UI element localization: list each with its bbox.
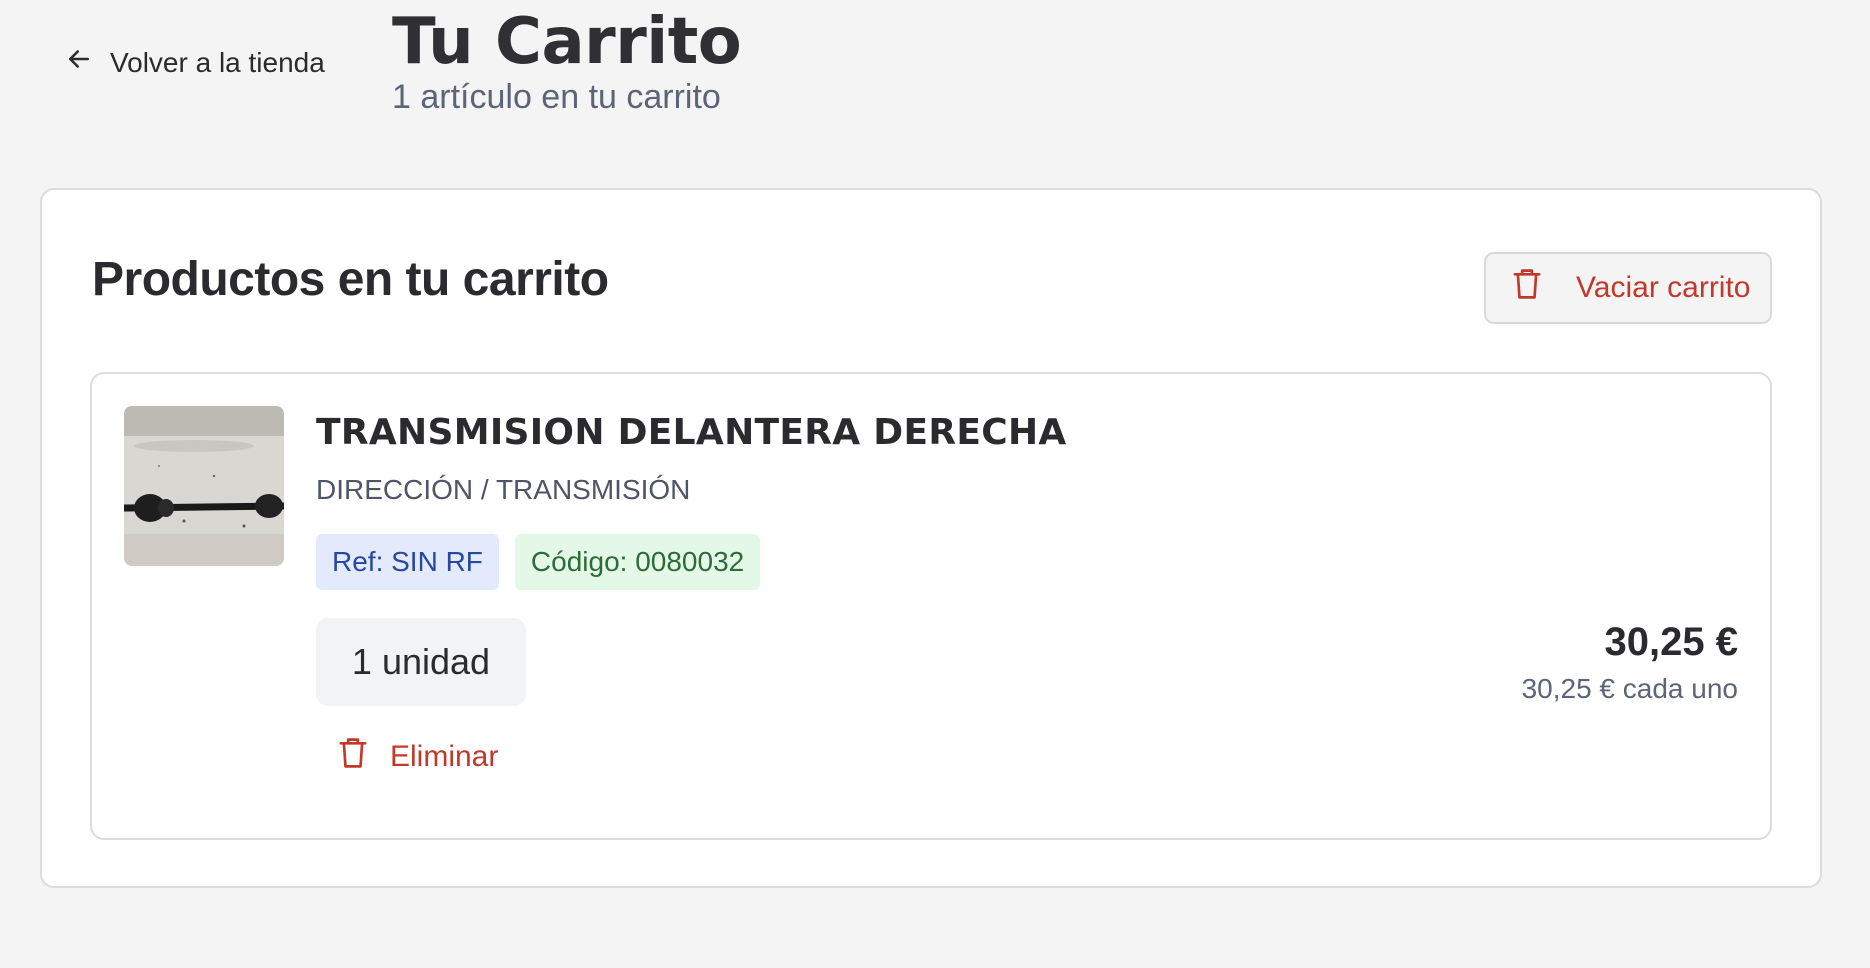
cart-panel-title: Productos en tu carrito [92, 253, 609, 306]
quantity-display: 1 unidad [316, 618, 526, 706]
arrow-left-icon [64, 44, 94, 81]
remove-item-button[interactable]: Eliminar [338, 736, 498, 778]
page-header: Tu Carrito 1 artículo en tu carrito [392, 5, 742, 117]
trash-icon [1512, 267, 1542, 309]
item-total-price: 30,25 € [1604, 620, 1738, 664]
empty-cart-button[interactable]: Vaciar carrito [1484, 252, 1772, 324]
back-to-store-link[interactable]: Volver a la tienda [64, 44, 325, 81]
trash-icon [338, 736, 368, 778]
ref-badge: Ref: SIN RF [316, 534, 499, 590]
remove-item-label: Eliminar [390, 740, 499, 773]
cart-panel: Productos en tu carrito Vaciar carrito T… [40, 188, 1822, 888]
product-image [124, 406, 284, 566]
product-badges: Ref: SIN RF Código: 0080032 [316, 534, 761, 590]
item-unit-price: 30,25 € cada uno [1521, 673, 1738, 704]
price-block: 30,25 € 30,25 € cada uno [1522, 620, 1738, 705]
page-title: Tu Carrito [392, 5, 742, 79]
product-category: DIRECCIÓN / TRANSMISIÓN [316, 474, 691, 505]
empty-cart-label: Vaciar carrito [1576, 271, 1751, 304]
cart-item: TRANSMISION DELANTERA DERECHA DIRECCIÓN … [90, 372, 1772, 840]
back-to-store-label: Volver a la tienda [110, 46, 325, 78]
code-badge: Código: 0080032 [514, 534, 761, 590]
product-name[interactable]: TRANSMISION DELANTERA DERECHA [316, 412, 1067, 453]
page-subtitle: 1 artículo en tu carrito [392, 77, 721, 116]
